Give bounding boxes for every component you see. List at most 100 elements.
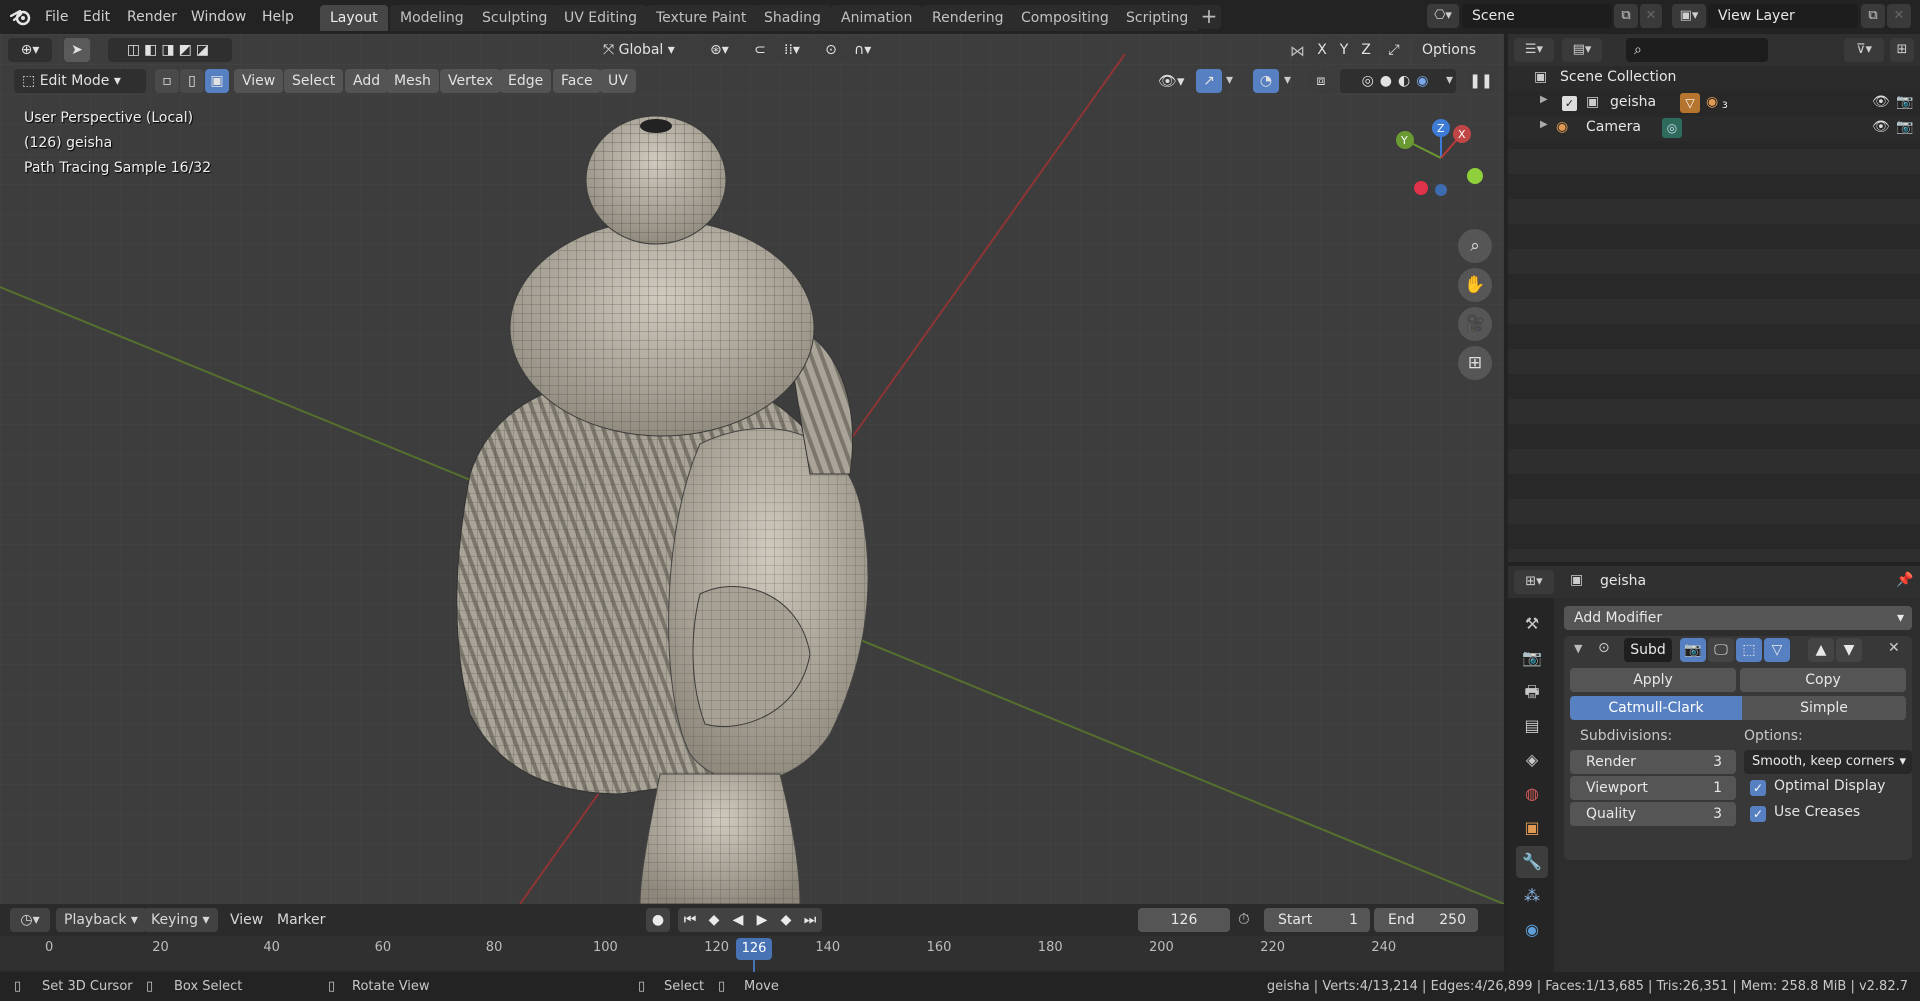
- tab-compositing[interactable]: Compositing: [1011, 5, 1119, 31]
- scene-collection-row[interactable]: ▣ Scene Collection: [1508, 66, 1920, 91]
- mirror-y-toggle[interactable]: Y: [1333, 38, 1355, 62]
- remove-modifier-icon[interactable]: ✕: [1888, 640, 1900, 656]
- render-camera-icon[interactable]: 📷: [1896, 119, 1913, 135]
- tool-tab-icon[interactable]: ⚒: [1516, 608, 1548, 640]
- optimal-display-checkbox[interactable]: ✓: [1750, 780, 1766, 796]
- tab-shading[interactable]: Shading: [754, 5, 831, 31]
- blender-logo-icon[interactable]: [10, 7, 32, 27]
- collapse-arrow-icon[interactable]: ▼: [1574, 642, 1582, 655]
- move-down-icon[interactable]: ▼: [1836, 638, 1862, 662]
- render-camera-icon[interactable]: 📷: [1896, 94, 1913, 110]
- mode-selector[interactable]: ⬚ Edit Mode ▾: [14, 69, 146, 93]
- edit-mode-toggle-icon[interactable]: 📷: [1680, 638, 1706, 662]
- render-tab-icon[interactable]: 📷: [1516, 642, 1548, 674]
- add-workspace-button[interactable]: +: [1197, 5, 1221, 29]
- render-levels-field[interactable]: Render 3: [1570, 750, 1736, 774]
- pause-render-icon[interactable]: ❚❚: [1468, 69, 1494, 93]
- menu-help[interactable]: Help: [259, 6, 297, 28]
- menu-edge[interactable]: Edge: [500, 69, 552, 93]
- menu-view[interactable]: View: [234, 69, 284, 93]
- menu-edit[interactable]: Edit: [80, 6, 113, 28]
- on-cage-icon[interactable]: ▽: [1764, 638, 1790, 662]
- end-frame-field[interactable]: End 250: [1374, 908, 1478, 932]
- start-frame-field[interactable]: Start 1: [1264, 908, 1370, 932]
- quality-field[interactable]: Quality 3: [1570, 802, 1736, 826]
- proportional-edit-icon[interactable]: ⊙: [818, 38, 844, 62]
- tab-scripting[interactable]: Scripting: [1116, 5, 1199, 31]
- menu-playback[interactable]: Playback ▾: [56, 908, 146, 932]
- tab-animation[interactable]: Animation: [831, 5, 923, 31]
- 3d-viewport[interactable]: ⊕▾ ➤ ◫◧◨◩◪ ⤧ Global ▾ ⊛▾ ⊂ ⁞⁞▾ ⊙ ∩▾ ⋈ X …: [0, 34, 1504, 904]
- snap-element-icon[interactable]: ⁞⁞▾: [776, 38, 814, 62]
- navigation-gizmo[interactable]: Z Y X: [1385, 118, 1485, 218]
- gizmo-dropdown-icon[interactable]: ▾: [1226, 72, 1233, 88]
- menu-file[interactable]: File: [42, 6, 71, 28]
- pan-view-icon[interactable]: ✋: [1458, 268, 1492, 302]
- viewport-levels-field[interactable]: Viewport 1: [1570, 776, 1736, 800]
- view-layer-tab-icon[interactable]: ▤: [1516, 710, 1548, 742]
- scene-name-field[interactable]: Scene: [1462, 4, 1612, 28]
- pivot-point-icon[interactable]: ⊛▾: [702, 38, 742, 62]
- menu-face[interactable]: Face: [553, 69, 601, 93]
- apply-button[interactable]: Apply: [1570, 668, 1736, 692]
- play-icon[interactable]: ▶: [750, 908, 774, 932]
- ortho-toggle-icon[interactable]: ⊞: [1458, 346, 1492, 380]
- copy-button[interactable]: Copy: [1740, 668, 1906, 692]
- vertex-select-icon[interactable]: ▫: [155, 69, 179, 93]
- menu-render[interactable]: Render: [124, 6, 180, 28]
- outliner-editor-type-icon[interactable]: ☰▾: [1514, 38, 1554, 62]
- menu-window[interactable]: Window: [188, 6, 249, 28]
- xray-toggle-icon[interactable]: ⧈: [1308, 69, 1334, 93]
- jump-start-icon[interactable]: ⏮: [678, 908, 702, 932]
- options-dropdown[interactable]: Options ▾: [1414, 38, 1494, 82]
- expand-arrow-icon[interactable]: ▶: [1540, 94, 1548, 105]
- outliner-search-input[interactable]: ⌕: [1626, 38, 1768, 62]
- tab-sculpting[interactable]: Sculpting: [472, 5, 558, 31]
- particles-tab-icon[interactable]: ⁂: [1516, 880, 1548, 912]
- new-view-layer-icon[interactable]: ⧉: [1861, 4, 1885, 28]
- shading-mode-icons[interactable]: ◎●◐◉: [1340, 69, 1456, 93]
- preview-range-icon[interactable]: ⏱: [1238, 910, 1250, 928]
- prev-keyframe-icon[interactable]: ◆: [702, 908, 726, 932]
- record-icon[interactable]: ●: [646, 908, 670, 932]
- uv-smooth-dropdown[interactable]: Smooth, keep corners ▾: [1744, 750, 1912, 774]
- edge-select-icon[interactable]: ▯: [180, 69, 204, 93]
- viewport-canvas[interactable]: [0, 34, 1504, 904]
- timeline-editor-type-icon[interactable]: ◷▾: [10, 908, 50, 932]
- snap-toggle-icon[interactable]: ⊂: [747, 38, 773, 62]
- outliner-item-camera[interactable]: ▶ ◉ Camera ◎ 👁 📷: [1508, 116, 1920, 141]
- visibility-eye-icon[interactable]: 👁: [1872, 119, 1890, 135]
- auto-merge-icon[interactable]: ⤢: [1382, 38, 1406, 62]
- menu-timeline-view[interactable]: View: [222, 908, 271, 932]
- zoom-view-icon[interactable]: ⌕: [1458, 229, 1492, 263]
- menu-vertex[interactable]: Vertex: [440, 69, 502, 93]
- simple-option[interactable]: Simple: [1742, 696, 1906, 720]
- shading-dropdown-icon[interactable]: ▾: [1446, 72, 1453, 88]
- catmull-clark-option[interactable]: Catmull-Clark: [1570, 696, 1742, 720]
- view-layer-field[interactable]: View Layer: [1708, 4, 1858, 28]
- tab-modeling[interactable]: Modeling: [390, 5, 474, 31]
- physics-tab-icon[interactable]: ◉: [1516, 914, 1548, 946]
- view-layer-selector-icon[interactable]: ▣▾: [1672, 4, 1706, 28]
- falloff-icon[interactable]: ∩▾: [846, 38, 882, 62]
- object-tab-icon[interactable]: ▣: [1516, 812, 1548, 844]
- play-reverse-icon[interactable]: ◀: [726, 908, 750, 932]
- output-tab-icon[interactable]: 🖶: [1516, 676, 1548, 708]
- world-tab-icon[interactable]: ◍: [1516, 778, 1548, 810]
- mirror-z-toggle[interactable]: Z: [1355, 38, 1377, 62]
- delete-view-layer-icon[interactable]: ✕: [1887, 4, 1911, 28]
- rendered-shading-icon[interactable]: ◉: [1416, 73, 1434, 89]
- scene-tab-icon[interactable]: ◈: [1516, 744, 1548, 776]
- current-frame-field[interactable]: 126: [1138, 908, 1230, 932]
- mirror-icon[interactable]: ⋈: [1290, 42, 1305, 60]
- tab-uv-editing[interactable]: UV Editing: [554, 5, 648, 31]
- scene-selector-icon[interactable]: ⎔▾: [1427, 4, 1459, 28]
- delete-scene-icon[interactable]: ✕: [1640, 4, 1662, 28]
- select-tool-icon[interactable]: ➤: [64, 38, 90, 62]
- overlay-dropdown-icon[interactable]: ▾: [1284, 72, 1291, 88]
- editor-type-icon[interactable]: ⊕▾: [8, 38, 52, 62]
- menu-select[interactable]: Select: [284, 69, 344, 93]
- menu-marker[interactable]: Marker: [269, 908, 333, 932]
- new-collection-icon[interactable]: ⊞: [1890, 38, 1914, 62]
- gizmo-toggle-icon[interactable]: ↗: [1196, 69, 1222, 93]
